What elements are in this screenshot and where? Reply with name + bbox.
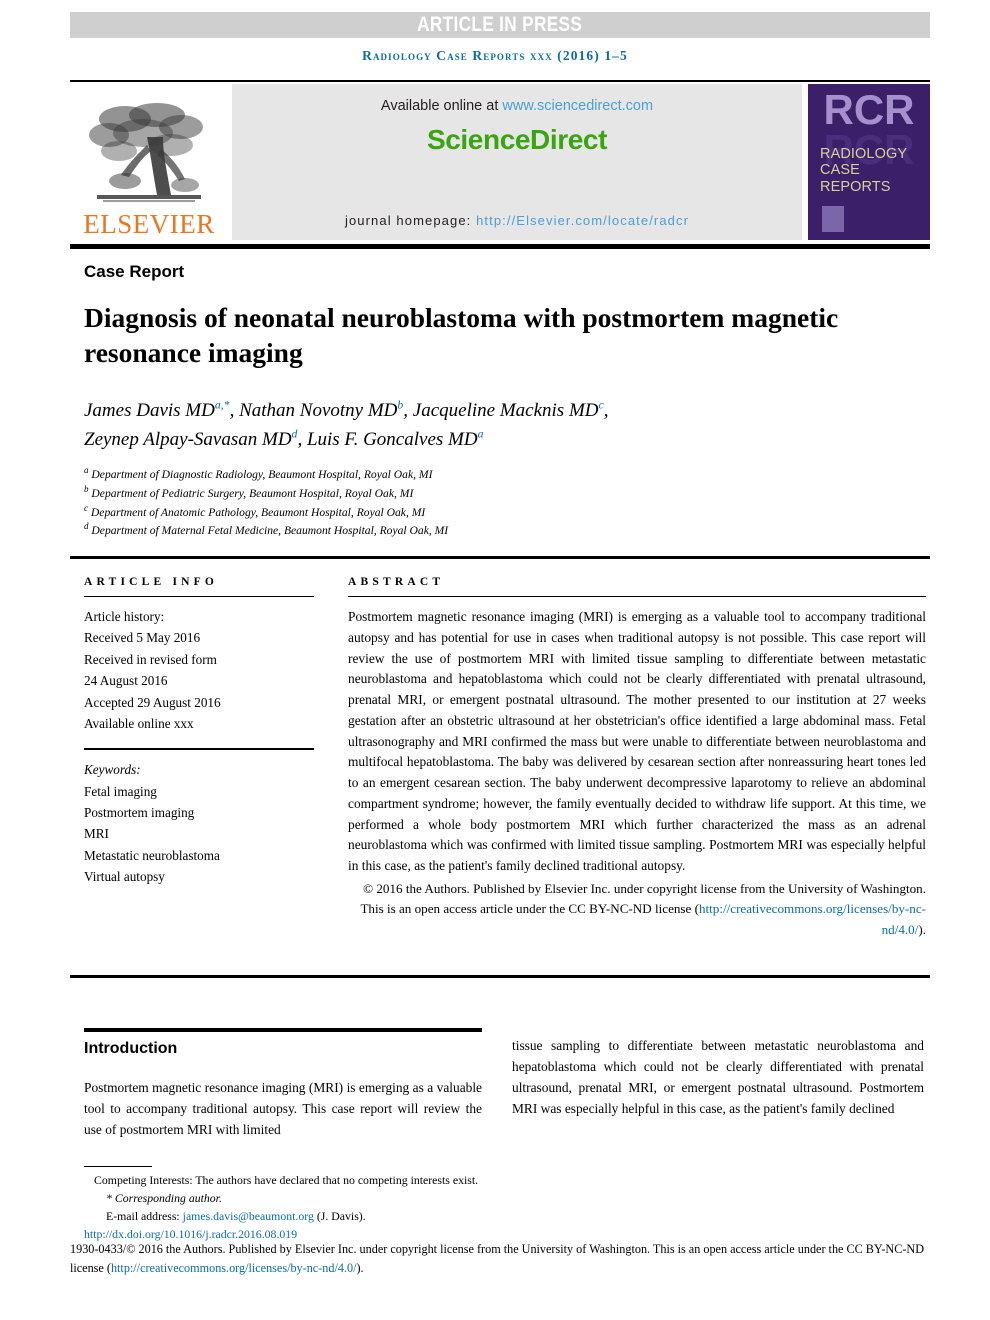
keyword-2: MRI	[84, 826, 109, 842]
abstract-heading: ABSTRACT	[348, 576, 445, 588]
masthead-top-rule	[70, 80, 930, 82]
author-2: Jacqueline Macknis MDc	[412, 398, 604, 421]
issn-copyright-block: 1930-0433/© 2016 the Authors. Published …	[70, 1240, 926, 1278]
footnote-email-suffix: (J. Davis).	[313, 1208, 366, 1223]
footnote-email-link[interactable]: james.davis@beaumont.org	[183, 1209, 314, 1223]
abstract-bottom-rule	[70, 975, 930, 978]
author-0-marks: a,*	[214, 398, 230, 412]
sciencedirect-block: Available online at www.sciencedirect.co…	[232, 84, 802, 240]
cover-elsevier-mark-icon	[822, 206, 844, 232]
footnote-rule	[84, 1166, 152, 1167]
elsevier-tree-icon	[89, 103, 203, 202]
journal-homepage-line: journal homepage: http://Elsevier.com/lo…	[232, 213, 802, 228]
article-info-heading: ARTICLE INFO	[84, 576, 219, 588]
author-4-marks: a	[477, 428, 484, 442]
author-0: James Davis MDa,*	[84, 398, 230, 421]
affiliation-2: c Department of Anatomic Pathology, Beau…	[84, 502, 426, 519]
affiliation-1: b Department of Pediatric Surgery, Beaum…	[84, 483, 414, 500]
title-top-rule	[70, 244, 930, 249]
abstract-license-link[interactable]: http://creativecommons.org/licenses/by-n…	[699, 901, 926, 936]
article-history-0: Received 5 May 2016	[84, 630, 201, 646]
issn-copyright-tail: ).	[356, 1260, 364, 1275]
article-history-label: Article history:	[84, 609, 165, 624]
footnote-block: Competing Interests: The authors have de…	[84, 1172, 924, 1244]
doi-link[interactable]: http://dx.doi.org/10.1016/j.radcr.2016.0…	[84, 1227, 297, 1241]
article-history-4: Available online xxx	[84, 715, 194, 731]
author-2-marks: c	[598, 398, 604, 412]
affiliation-3: d Department of Maternal Fetal Medicine,…	[84, 521, 449, 538]
cover-title-line3: REPORTS	[820, 178, 891, 195]
available-online-line: Available online at www.sciencedirect.co…	[232, 98, 802, 114]
abstract-copyright-tail: ).	[918, 921, 926, 937]
journal-cover-thumbnail: RCR RCR RADIOLOGY CASE REPORTS	[808, 84, 930, 240]
elsevier-wordmark: ELSEVIER	[83, 209, 215, 239]
cover-title-line1: RADIOLOGY	[820, 146, 908, 162]
footnote-competing-interests: Competing Interests: The authors have de…	[94, 1173, 479, 1187]
author-1: Nathan Novotny MDb	[239, 398, 404, 421]
abstract-rule	[348, 596, 926, 597]
abstract-copyright: © 2016 the Authors. Published by Elsevie…	[348, 879, 926, 940]
article-in-press-label: ARTICLE IN PRESS	[417, 13, 583, 36]
author-3: Zeynep Alpay-Savasan MDd	[84, 428, 298, 451]
affiliation-list: a Department of Diagnostic Radiology, Be…	[84, 466, 784, 541]
page-title: Diagnosis of neonatal neuroblastoma with…	[84, 302, 839, 369]
author-4: Luis F. Goncalves MDa	[306, 428, 484, 451]
footnote-email-label: E-mail address:	[106, 1208, 183, 1223]
footnote-corresponding-author: * Corresponding author.	[106, 1190, 222, 1205]
article-page: ARTICLE IN PRESS Radiology Case Reports …	[0, 0, 990, 1320]
issn-license-link[interactable]: http://creativecommons.org/licenses/by-n…	[111, 1261, 357, 1275]
body-column-left: Postmortem magnetic resonance imaging (M…	[84, 1080, 482, 1137]
footnote-email-line: E-mail address: james.davis@beaumont.org…	[84, 1208, 924, 1226]
info-section-top-rule	[70, 556, 930, 559]
article-type-label: Case Report	[84, 262, 185, 281]
introduction-heading: Introduction	[84, 1040, 178, 1057]
keywords-rule	[84, 748, 314, 751]
abstract-column: ABSTRACT Postmortem magnetic resonance i…	[348, 576, 926, 940]
masthead: ELSEVIER Available online at www.science…	[70, 84, 930, 240]
article-history: Article history: Received 5 May 2016 Rec…	[84, 606, 314, 734]
journal-homepage-prefix: journal homepage:	[344, 213, 477, 228]
abstract-text: Postmortem magnetic resonance imaging (M…	[348, 609, 926, 874]
cover-title: RADIOLOGY CASE REPORTS	[820, 146, 907, 195]
article-in-press-banner: ARTICLE IN PRESS	[70, 12, 930, 38]
keyword-3: Metastatic neuroblastoma	[84, 847, 220, 863]
article-history-2: 24 August 2016	[84, 673, 168, 689]
article-info-rule	[84, 596, 314, 597]
keyword-4: Virtual autopsy	[84, 869, 165, 885]
keyword-0: Fetal imaging	[84, 783, 157, 799]
available-online-prefix: Available online at	[380, 98, 503, 114]
elsevier-logo-block: ELSEVIER	[70, 84, 228, 240]
author-1-marks: b	[397, 398, 404, 412]
sciencedirect-link[interactable]: www.sciencedirect.com	[502, 98, 653, 114]
keyword-1: Postmortem imaging	[84, 805, 195, 820]
keywords-block: Keywords: Fetal imaging Postmortem imagi…	[84, 759, 314, 887]
article-info-column: ARTICLE INFO Article history: Received 5…	[84, 576, 314, 888]
journal-homepage-link[interactable]: http://Elsevier.com/locate/radcr	[476, 213, 689, 228]
keywords-label: Keywords:	[84, 762, 141, 778]
body-column-right: tissue sampling to differentiate between…	[512, 1038, 924, 1116]
introduction-rule	[84, 1028, 482, 1032]
affiliation-0: a Department of Diagnostic Radiology, Be…	[84, 465, 433, 481]
author-3-marks: d	[291, 428, 298, 442]
author-list: James Davis MDa,*, Nathan Novotny MDb, J…	[84, 398, 609, 451]
article-history-3: Accepted 29 August 2016	[84, 694, 221, 710]
cover-initials: RCR	[823, 86, 915, 133]
cover-title-line2: CASE	[820, 162, 860, 179]
journal-citation-line: Radiology Case Reports xxx (2016) 1–5	[362, 48, 628, 63]
article-history-1: Received in revised form	[84, 651, 217, 667]
sciencedirect-logo: ScienceDirect	[426, 124, 607, 155]
